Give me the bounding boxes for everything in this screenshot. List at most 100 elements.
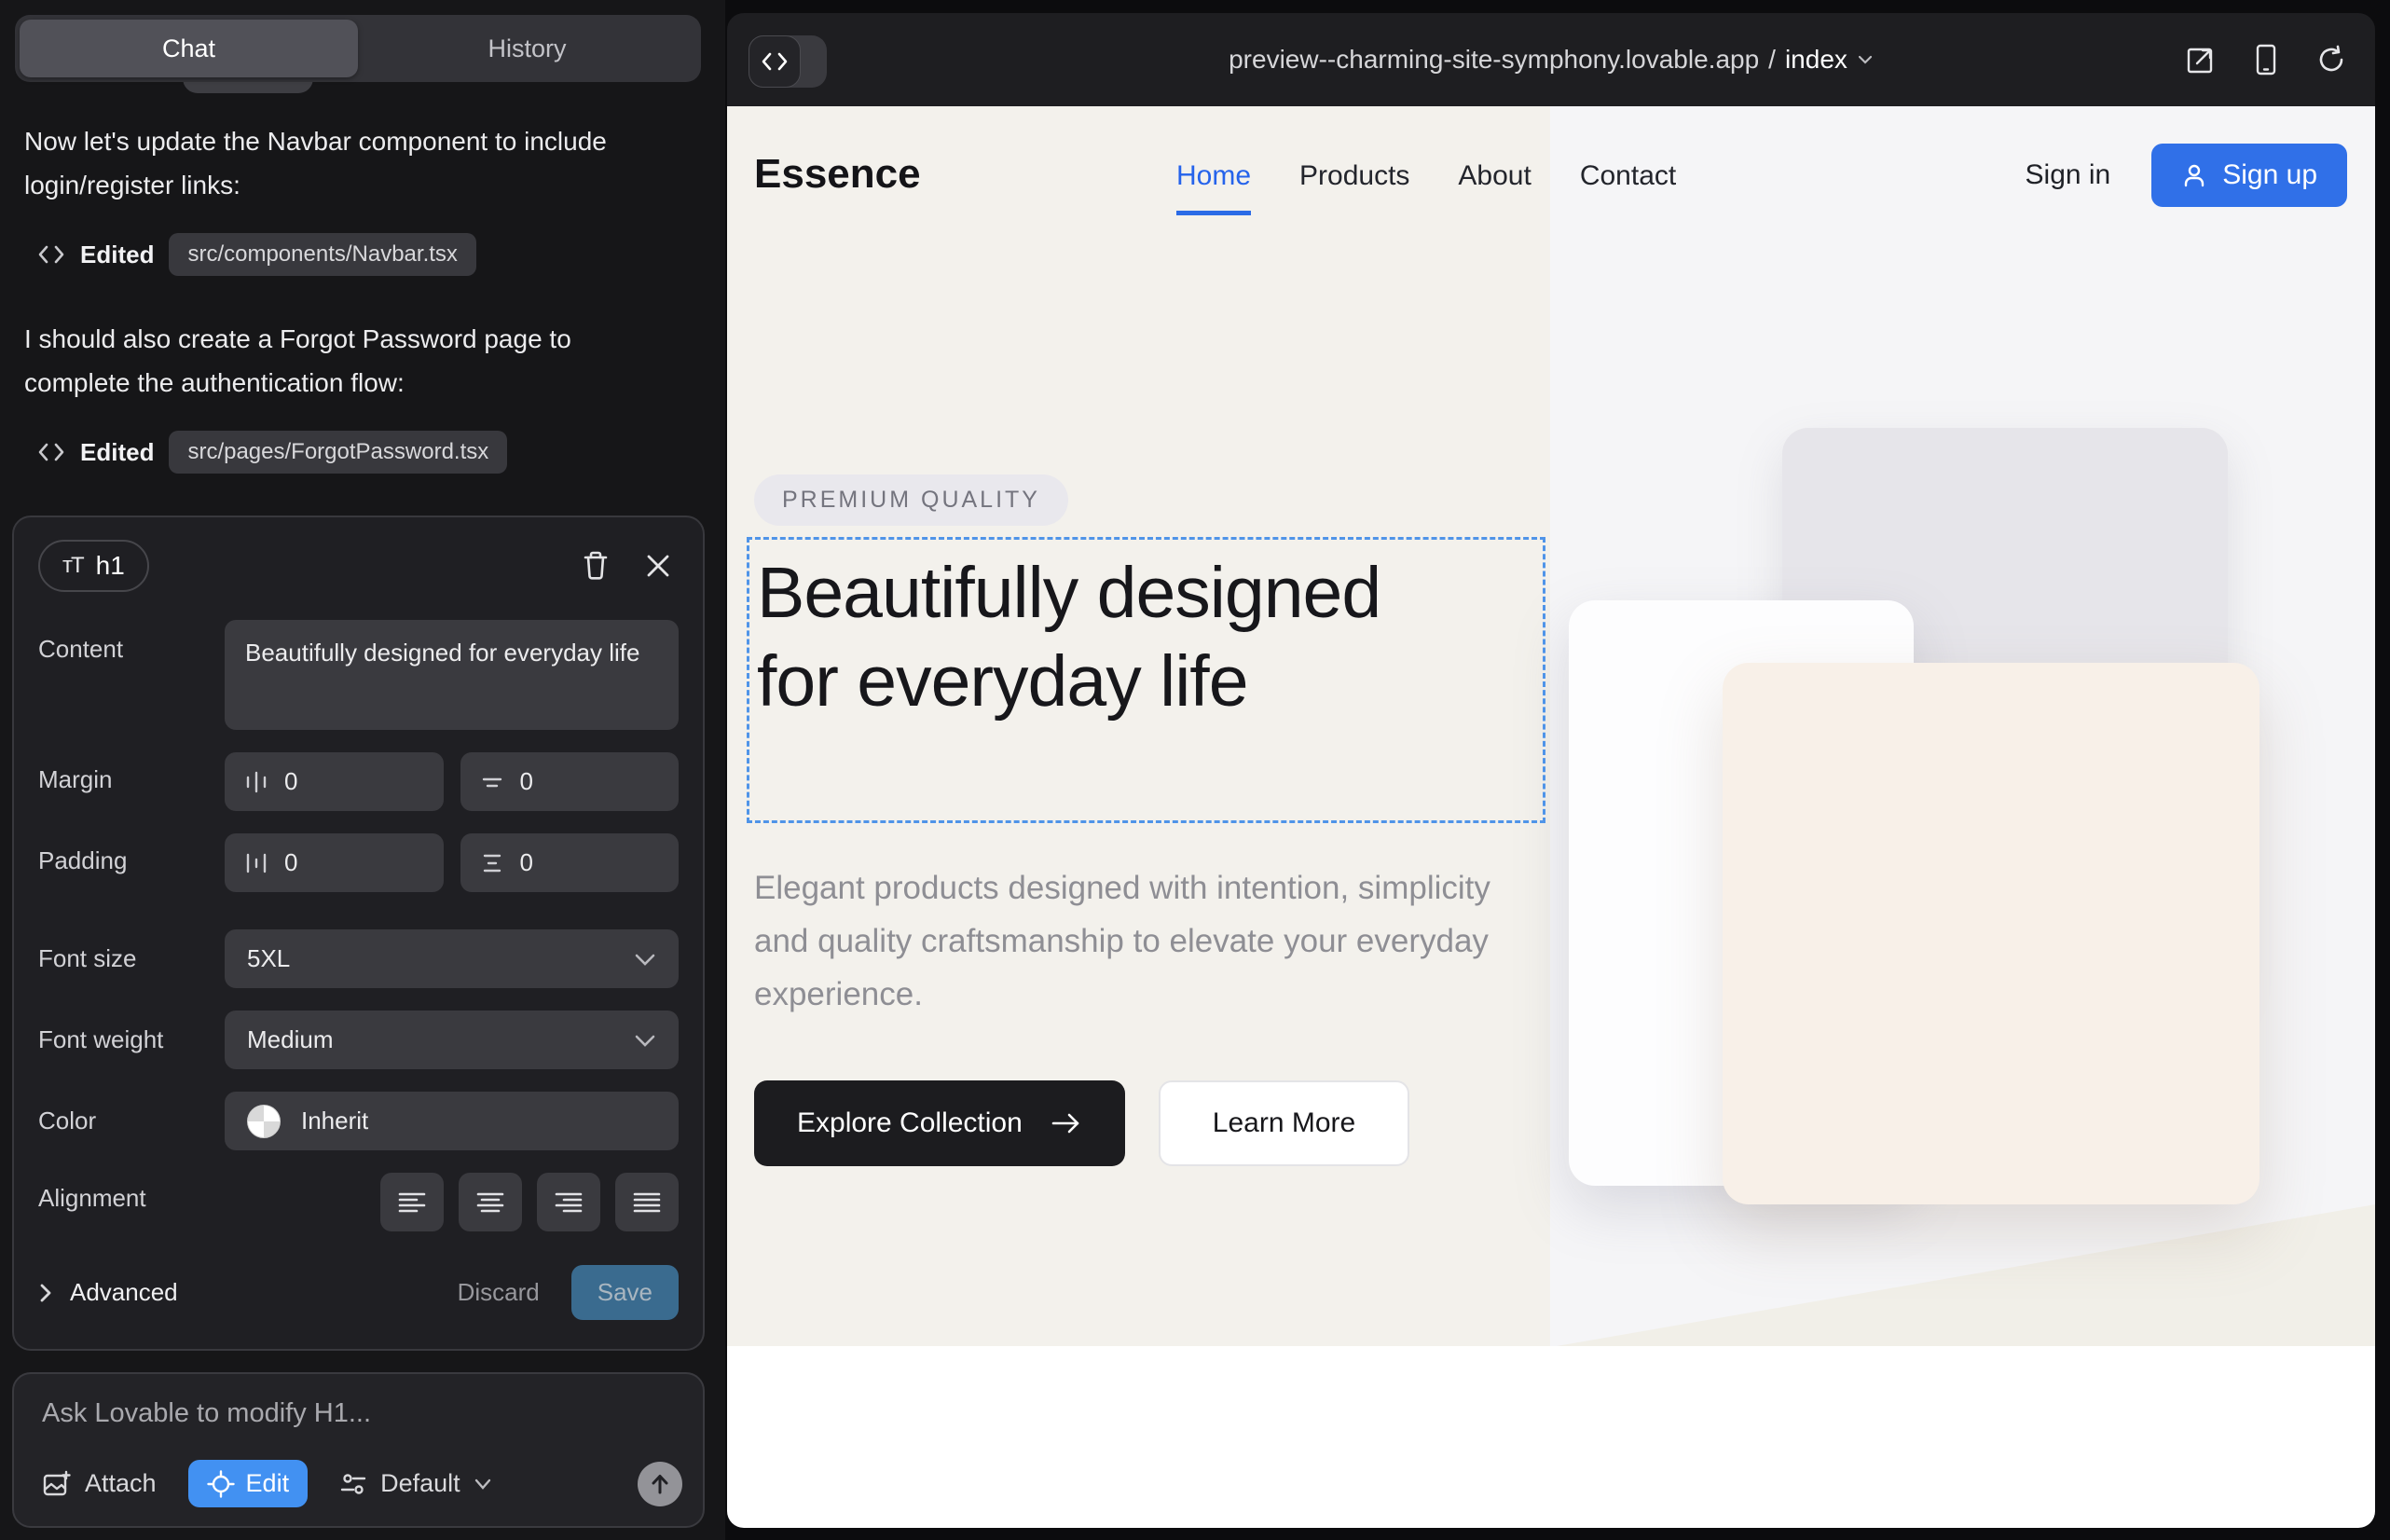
url-bar[interactable]: preview--charming-site-symphony.lovable.… bbox=[1229, 45, 1874, 75]
chat-message: I should also create a Forgot Password p… bbox=[24, 317, 677, 405]
edited-label: Edited bbox=[80, 241, 154, 269]
arrow-right-icon bbox=[1051, 1111, 1082, 1135]
font-size-select[interactable]: 5XL bbox=[225, 929, 679, 988]
nav-link-home[interactable]: Home bbox=[1176, 160, 1251, 215]
site-viewport: Essence Home Products About Contact Sign… bbox=[727, 106, 2375, 1528]
typography-icon: ᴛT bbox=[62, 553, 83, 579]
tab-history[interactable]: History bbox=[358, 20, 696, 77]
align-justify-button[interactable] bbox=[615, 1173, 679, 1231]
selected-element-tag: h1 bbox=[96, 551, 125, 581]
model-selector[interactable]: Default bbox=[339, 1469, 492, 1498]
send-button[interactable] bbox=[638, 1462, 682, 1506]
margin-label: Margin bbox=[38, 752, 225, 811]
padding-y-value: 0 bbox=[520, 848, 533, 877]
chevron-right-icon bbox=[38, 1282, 53, 1304]
edit-label: Edit bbox=[246, 1469, 290, 1498]
hero-description: Elegant products designed with intention… bbox=[754, 861, 1500, 1021]
padding-horizontal-icon bbox=[243, 850, 269, 876]
padding-y-input[interactable]: 0 bbox=[460, 833, 680, 892]
align-right-button[interactable] bbox=[537, 1173, 600, 1231]
padding-x-value: 0 bbox=[284, 848, 297, 877]
advanced-toggle[interactable]: Advanced bbox=[38, 1278, 178, 1307]
open-external-button[interactable] bbox=[2185, 44, 2217, 76]
alignment-label: Alignment bbox=[38, 1173, 225, 1231]
sidebar-tabbar: Chat History bbox=[15, 15, 701, 82]
explore-label: Explore Collection bbox=[797, 1107, 1023, 1139]
model-label: Default bbox=[380, 1469, 460, 1498]
prompt-input[interactable]: Ask Lovable to modify H1... bbox=[42, 1398, 675, 1429]
close-panel-button[interactable] bbox=[645, 553, 671, 579]
preview-browser-frame: preview--charming-site-symphony.lovable.… bbox=[727, 13, 2375, 1528]
hero-card-peach bbox=[1723, 663, 2260, 1204]
refresh-button[interactable] bbox=[2315, 44, 2347, 76]
edit-mode-button[interactable]: Edit bbox=[188, 1460, 309, 1507]
user-icon bbox=[2181, 162, 2207, 188]
margin-y-input[interactable]: 0 bbox=[460, 752, 680, 811]
selected-element-pill[interactable]: ᴛT h1 bbox=[38, 540, 149, 592]
browser-chrome: preview--charming-site-symphony.lovable.… bbox=[727, 13, 2375, 106]
file-badge[interactable]: src/components/Navbar.tsx bbox=[169, 233, 475, 276]
element-editor-panel: ᴛT h1 bbox=[12, 516, 705, 1351]
site-logo[interactable]: Essence bbox=[754, 151, 921, 198]
advanced-label: Advanced bbox=[70, 1278, 178, 1307]
color-select[interactable]: Inherit bbox=[225, 1092, 679, 1150]
file-badge[interactable]: src/pages/ForgotPassword.tsx bbox=[169, 431, 507, 474]
url-domain: preview--charming-site-symphony.lovable.… bbox=[1229, 45, 1759, 75]
align-left-icon bbox=[397, 1190, 427, 1215]
arrow-up-icon bbox=[650, 1473, 670, 1495]
color-value: Inherit bbox=[301, 1107, 368, 1135]
chat-sidebar: Chat History Now let's update the Navbar… bbox=[0, 0, 725, 1540]
sliders-icon bbox=[339, 1471, 367, 1497]
discard-button[interactable]: Discard bbox=[458, 1278, 540, 1307]
font-size-value: 5XL bbox=[247, 944, 290, 973]
content-textarea[interactable]: Beautifully designed for everyday life bbox=[225, 620, 679, 730]
edited-label: Edited bbox=[80, 438, 154, 467]
delete-element-button[interactable] bbox=[582, 550, 610, 582]
target-icon bbox=[207, 1470, 235, 1498]
align-left-button[interactable] bbox=[380, 1173, 444, 1231]
nav-link-about[interactable]: About bbox=[1458, 160, 1531, 215]
align-right-icon bbox=[554, 1190, 584, 1215]
url-separator: / bbox=[1768, 45, 1776, 75]
margin-x-value: 0 bbox=[284, 767, 297, 796]
nav-link-products[interactable]: Products bbox=[1299, 160, 1409, 215]
tab-chat[interactable]: Chat bbox=[20, 20, 358, 77]
mobile-view-button[interactable] bbox=[2254, 43, 2278, 76]
padding-x-input[interactable]: 0 bbox=[225, 833, 444, 892]
attach-button[interactable]: Attach bbox=[42, 1469, 157, 1498]
signup-button[interactable]: Sign up bbox=[2151, 144, 2347, 207]
margin-x-input[interactable]: 0 bbox=[225, 752, 444, 811]
font-weight-select[interactable]: Medium bbox=[225, 1011, 679, 1069]
margin-y-value: 0 bbox=[520, 767, 533, 796]
save-button[interactable]: Save bbox=[571, 1265, 679, 1320]
explore-collection-button[interactable]: Explore Collection bbox=[754, 1080, 1125, 1166]
chevron-down-icon bbox=[1857, 54, 1874, 65]
hero-badge: PREMIUM QUALITY bbox=[754, 474, 1068, 526]
edited-file-row[interactable]: Edited src/components/Navbar.tsx bbox=[37, 233, 701, 276]
code-icon bbox=[37, 440, 65, 464]
learn-more-button[interactable]: Learn More bbox=[1159, 1080, 1409, 1166]
align-center-button[interactable] bbox=[459, 1173, 522, 1231]
nav-link-contact[interactable]: Contact bbox=[1580, 160, 1676, 215]
color-label: Color bbox=[38, 1092, 225, 1150]
chat-message: Now let's update the Navbar component to… bbox=[24, 119, 677, 207]
code-icon bbox=[749, 35, 801, 88]
attach-label: Attach bbox=[85, 1469, 157, 1498]
content-label: Content bbox=[38, 620, 225, 730]
hero-heading[interactable]: Beautifully designed for everyday life bbox=[757, 549, 1409, 726]
h1-selection-outline[interactable]: Beautifully designed for everyday life bbox=[747, 537, 1545, 823]
padding-vertical-icon bbox=[479, 850, 505, 876]
learn-more-label: Learn More bbox=[1213, 1107, 1355, 1139]
padding-label: Padding bbox=[38, 833, 225, 892]
prompt-box: Ask Lovable to modify H1... Attach bbox=[12, 1372, 705, 1528]
color-swatch bbox=[247, 1105, 281, 1138]
code-view-toggle[interactable] bbox=[749, 35, 827, 88]
site-navbar: Essence Home Products About Contact Sign… bbox=[727, 106, 2375, 246]
font-weight-value: Medium bbox=[247, 1025, 333, 1054]
align-justify-icon bbox=[632, 1190, 662, 1215]
signin-link[interactable]: Sign in bbox=[2026, 159, 2111, 191]
chevron-down-icon bbox=[634, 952, 656, 967]
edited-file-row[interactable]: Edited src/pages/ForgotPassword.tsx bbox=[37, 431, 701, 474]
chevron-down-icon bbox=[634, 1033, 656, 1048]
font-weight-label: Font weight bbox=[38, 1011, 225, 1069]
